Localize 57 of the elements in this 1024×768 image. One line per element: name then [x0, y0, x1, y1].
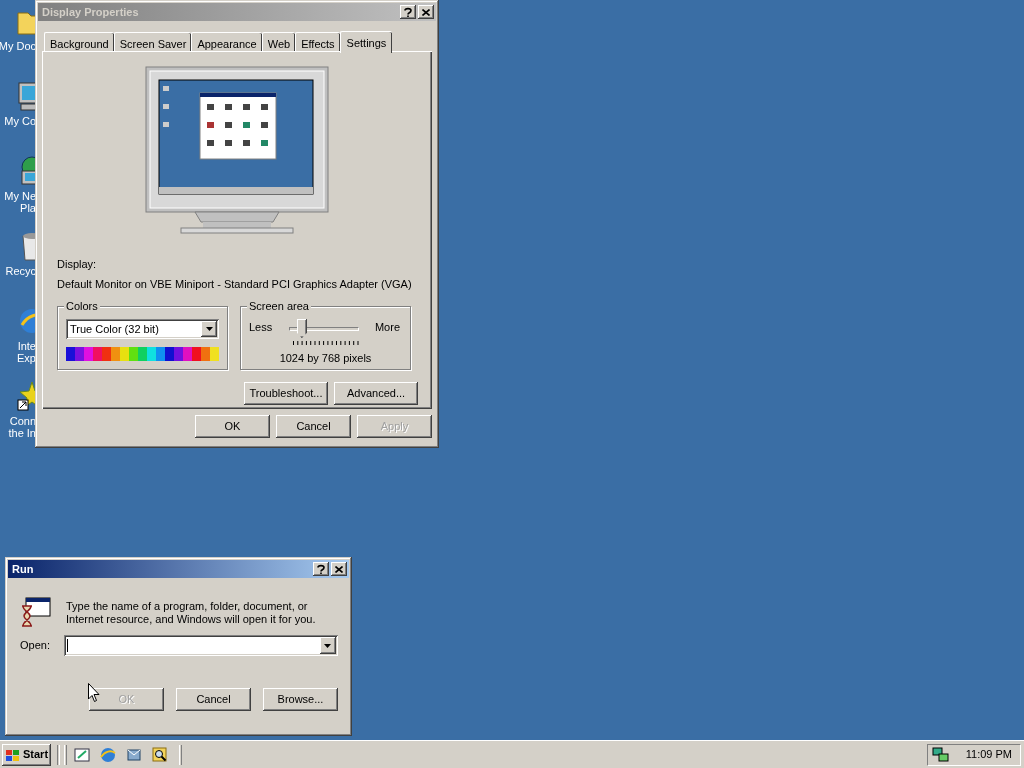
start-button[interactable]: Start — [2, 743, 52, 766]
tab[interactable]: Appearance — [191, 32, 262, 51]
tab[interactable]: Settings — [339, 31, 393, 53]
close-button[interactable] — [418, 5, 434, 19]
question-icon — [317, 564, 325, 574]
network-computers-icon — [932, 746, 950, 763]
help-button[interactable] — [313, 562, 329, 576]
globe-icon[interactable] — [99, 745, 118, 764]
dropdown-arrow-button[interactable] — [319, 637, 336, 654]
open-label: Open: — [20, 638, 50, 654]
dialog-button[interactable]: Troubleshoot... — [244, 382, 328, 405]
colors-dropdown[interactable]: True Color (32 bit) — [66, 319, 219, 339]
close-icon — [422, 8, 430, 16]
dialog-button[interactable]: Cancel — [176, 688, 251, 711]
windows-flag-icon — [5, 747, 21, 762]
magnifier-icon[interactable] — [151, 745, 170, 764]
close-button[interactable] — [331, 562, 347, 576]
dialog-button[interactable]: Cancel — [276, 415, 351, 438]
icon-label: Conn — [9, 415, 36, 427]
slider-label: Less — [249, 320, 273, 335]
display-label: Display: — [57, 257, 98, 272]
dropdown-value: True Color (32 bit) — [70, 321, 160, 337]
icon-label: Pla — [20, 202, 36, 214]
help-button[interactable] — [400, 5, 416, 19]
icon-label: My Ne — [4, 190, 36, 202]
display-name: Default Monitor on VBE Miniport - Standard PCI Graphics Adapter (VGA) — [57, 276, 413, 292]
group-title: Colors — [64, 300, 100, 312]
window-title: Run — [11, 561, 35, 577]
dialog-button[interactable]: Browse... — [263, 688, 338, 711]
tab[interactable]: Background — [44, 32, 114, 51]
slider-label: More — [374, 320, 400, 335]
open-field[interactable] — [63, 635, 338, 656]
slider-reading: 1024 by 768 pixels — [278, 351, 373, 366]
dropdown-arrow-button[interactable] — [201, 321, 217, 337]
tab[interactable]: Effects — [295, 32, 340, 51]
tick-marks — [293, 341, 359, 345]
icon-label: Inte — [17, 340, 36, 352]
dialog-button[interactable]: Advanced... — [334, 382, 418, 405]
question-icon — [404, 7, 412, 17]
window-hourglass-icon — [20, 596, 52, 628]
caret-icon — [324, 643, 332, 648]
tab[interactable]: Screen Saver — [113, 32, 192, 51]
mouse-cursor-icon — [88, 683, 100, 703]
group-title: Screen area — [247, 300, 311, 312]
slider-thumb[interactable] — [296, 319, 307, 338]
icon-label: the In — [8, 427, 36, 439]
icon-label: My Doc — [0, 40, 36, 52]
icon-label: Recyc — [5, 265, 36, 277]
close-icon — [335, 565, 343, 573]
icon-label: Exp — [17, 352, 36, 364]
window-title: Display Properties — [41, 4, 140, 20]
dialog-button[interactable]: OK — [195, 415, 270, 438]
clock: 11:09 PM — [965, 747, 1012, 763]
desktop-icon[interactable] — [73, 745, 92, 764]
run-instructions: Type the name of a program, folder, document, or Internet resource, and Windows will open it for you. — [66, 599, 317, 627]
caret-icon — [205, 327, 213, 331]
tab[interactable]: Web — [261, 32, 296, 51]
